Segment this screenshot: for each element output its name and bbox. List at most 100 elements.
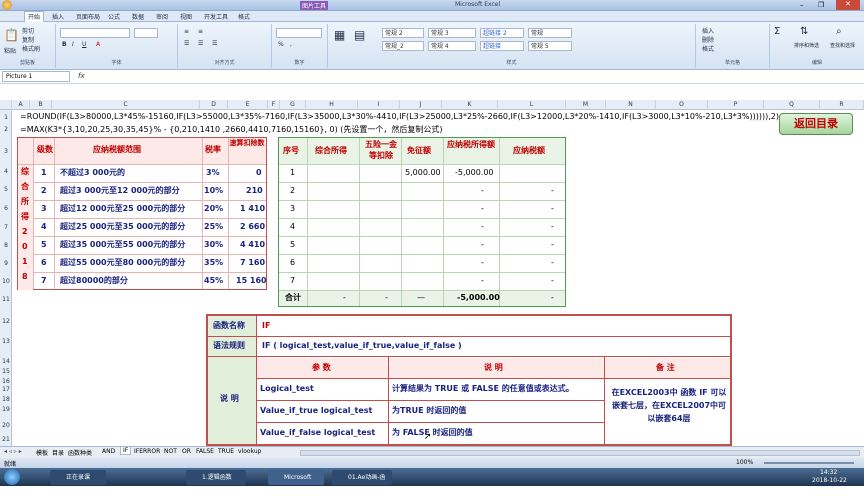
align-center-icon[interactable]: ☰	[198, 40, 203, 47]
calc-no[interactable]: 4	[290, 218, 295, 236]
sheet-tab-vlookup[interactable]: vlookup	[238, 448, 261, 455]
row-header[interactable]: 8	[0, 242, 12, 249]
name-box[interactable]: Picture 1	[2, 71, 70, 82]
col-header-d[interactable]: D	[200, 100, 228, 110]
tax-range[interactable]: 超过12 000元至25 000元的部分	[60, 200, 185, 218]
tax-level[interactable]: 7	[41, 272, 47, 290]
align-top-icon[interactable]: ≡	[184, 28, 189, 35]
calc-no[interactable]: 7	[290, 272, 295, 290]
tax-level[interactable]: 1	[41, 164, 47, 182]
calc-total-deductions[interactable]: -	[385, 289, 388, 307]
tax-level[interactable]: 2	[41, 182, 47, 200]
calc-no[interactable]: 5	[290, 236, 295, 254]
find-select-button[interactable]: 查找和选择	[830, 42, 855, 49]
start-button[interactable]	[4, 469, 20, 485]
col-header-g[interactable]: G	[280, 100, 306, 110]
tab-page-layout[interactable]: 页面布局	[76, 12, 100, 21]
tab-review[interactable]: 审阅	[156, 12, 168, 21]
tax-rate[interactable]: 10%	[204, 182, 223, 200]
tax-range[interactable]: 超过25 000元至35 000元的部分	[60, 218, 185, 236]
row-header[interactable]: 16	[0, 378, 12, 385]
func-syntax-value[interactable]: IF ( logical_test,value_if_true,value_if…	[262, 337, 462, 355]
horizontal-scrollbar[interactable]	[300, 450, 860, 456]
calc-taxable[interactable]: -	[481, 200, 484, 218]
calc-tax[interactable]: -	[551, 182, 554, 200]
col-header-e[interactable]: E	[228, 100, 268, 110]
tax-deduction[interactable]: 4 410	[240, 236, 265, 254]
italic-icon[interactable]: I	[72, 41, 74, 48]
col-header-a[interactable]: A	[12, 100, 30, 110]
copy-button[interactable]: 复制	[22, 35, 34, 44]
taskbar-item[interactable]: 1.逻辑函数	[186, 470, 246, 485]
tax-rate[interactable]: 45%	[204, 272, 223, 290]
cut-button[interactable]: 剪切	[22, 26, 34, 35]
func-name-value[interactable]: IF	[262, 317, 270, 335]
calc-no[interactable]: 6	[290, 254, 295, 272]
restore-icon[interactable]: ❐	[818, 1, 824, 9]
calc-tax[interactable]: -	[551, 272, 554, 290]
autosum-icon[interactable]: Σ	[774, 26, 780, 37]
func-param-name[interactable]: Value_if_true logical_test	[260, 402, 372, 420]
col-header-k[interactable]: K	[442, 100, 498, 110]
align-left-icon[interactable]: ☰	[184, 40, 189, 47]
col-header-q[interactable]: Q	[764, 100, 820, 110]
style-box-5[interactable]: 常规_2	[382, 41, 424, 51]
sheet-tab-index[interactable]: 目录	[52, 448, 64, 457]
tax-range[interactable]: 超过35 000元至55 000元的部分	[60, 236, 185, 254]
sheet-tab-and[interactable]: AND	[102, 448, 115, 455]
func-param-desc[interactable]: 计算结果为 TRUE 或 FALSE 的任意值或表达式。	[392, 380, 574, 398]
calc-taxable[interactable]: -5,000.00	[455, 164, 494, 182]
tax-level[interactable]: 5	[41, 236, 47, 254]
calc-taxable[interactable]: -	[481, 272, 484, 290]
row-header[interactable]: 17	[0, 386, 12, 393]
zoom-level[interactable]: 100%	[736, 459, 753, 466]
bold-icon[interactable]: B	[62, 41, 67, 48]
row-header[interactable]: 10	[0, 278, 12, 285]
style-box-6[interactable]: 常规 4	[428, 41, 476, 51]
calc-taxable[interactable]: -	[481, 218, 484, 236]
calc-tax[interactable]: -	[551, 200, 554, 218]
row-header[interactable]: 5	[0, 186, 12, 193]
calc-no[interactable]: 1	[290, 164, 295, 182]
back-to-index-button[interactable]: 返回目录	[779, 113, 853, 135]
tab-formulas[interactable]: 公式	[108, 12, 120, 21]
sheet-tab-template[interactable]: 模板	[36, 448, 48, 457]
col-header-b[interactable]: B	[30, 100, 52, 110]
tax-rate[interactable]: 30%	[204, 236, 223, 254]
percent-icon[interactable]: %	[278, 41, 284, 48]
row-header[interactable]: 2	[0, 126, 12, 133]
tax-range[interactable]: 不超过3 000元的	[60, 164, 125, 182]
calc-tax[interactable]: -	[551, 254, 554, 272]
tax-deduction[interactable]: 2 660	[240, 218, 265, 236]
row-header[interactable]: 4	[0, 168, 12, 175]
tax-range[interactable]: 超过55 000元至80 000元的部分	[60, 254, 185, 272]
find-select-icon[interactable]: ⌕	[836, 26, 842, 37]
row-header[interactable]: 18	[0, 396, 12, 403]
func-note[interactable]: 在EXCEL2003中 函数 IF 可以嵌套七层，在EXCEL2007中可以嵌套…	[608, 386, 730, 425]
tax-level[interactable]: 4	[41, 218, 47, 236]
font-color-icon[interactable]: A	[96, 41, 100, 48]
calc-no[interactable]: 2	[290, 182, 295, 200]
style-box-2[interactable]: 常规 3	[428, 28, 476, 38]
calc-tax[interactable]: -	[551, 218, 554, 236]
font-name-select[interactable]	[60, 28, 130, 38]
col-header-h[interactable]: H	[306, 100, 358, 110]
row-header[interactable]: 7	[0, 224, 12, 231]
style-box-3[interactable]: 超链接 2	[480, 28, 524, 38]
tax-range[interactable]: 超过3 000元至12 000元的部分	[60, 182, 180, 200]
calc-total-exemption[interactable]: —	[417, 289, 425, 307]
style-box-8[interactable]: 常规 5	[528, 41, 572, 51]
row-header[interactable]: 15	[0, 368, 12, 375]
func-param-name[interactable]: Logical_test	[260, 380, 314, 398]
paste-icon[interactable]: 📋	[4, 28, 19, 42]
sort-filter-icon[interactable]: ⇅	[800, 26, 808, 37]
row-header[interactable]: 20	[0, 422, 12, 429]
row-header[interactable]: 3	[0, 148, 12, 155]
align-right-icon[interactable]: ☰	[212, 40, 217, 47]
number-format-select[interactable]	[276, 28, 322, 38]
delete-cells-button[interactable]: 删除	[702, 35, 714, 44]
row-header[interactable]: 12	[0, 318, 12, 325]
sort-filter-button[interactable]: 排序和筛选	[794, 42, 819, 49]
col-header-j[interactable]: J	[400, 100, 442, 110]
sheet-tab-true[interactable]: TRUE	[218, 448, 234, 455]
